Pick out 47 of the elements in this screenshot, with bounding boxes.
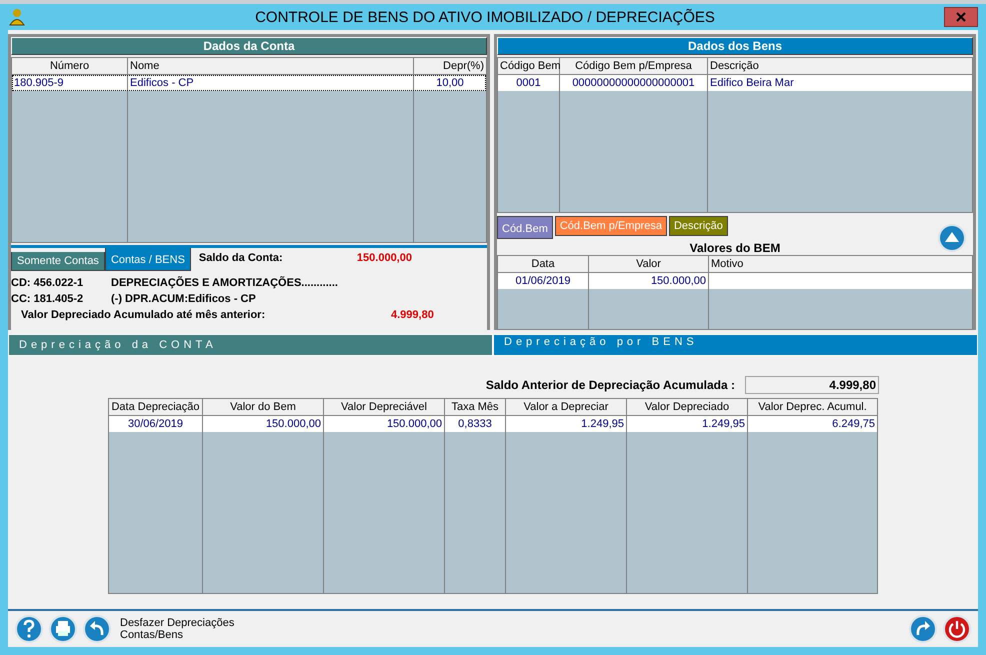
action-label: Desfazer Depreciações [120, 617, 234, 629]
person-icon [8, 8, 26, 26]
table-cell: 30/06/2019 [109, 416, 203, 432]
section-tab[interactable]: Depreciação da CONTA [8, 334, 493, 356]
account-name: DEPRECIAÇÕES E AMORTIZAÇÕES............ [111, 277, 339, 289]
table-cell: Edificos - CP [128, 75, 414, 91]
panel-header: Dados da Conta [11, 37, 487, 55]
sort-tab[interactable]: Cód.Bem p/Empresa [554, 216, 667, 236]
account-name: (-) DPR.ACUM:Edificos - CP [111, 293, 257, 305]
close-button[interactable] [944, 7, 978, 27]
field-label: Saldo da Conta: [198, 251, 284, 264]
account-code: CC: 181.405-2 [11, 293, 84, 305]
tab[interactable]: Somente Contas [11, 252, 105, 271]
sort-tab[interactable]: Descrição [668, 216, 728, 236]
sort-tab[interactable]: Cód.Bem [497, 216, 553, 239]
table-cell: 1.249,95 [627, 416, 748, 432]
table-cell-text: Edifico Beira Mar [709, 76, 795, 91]
field-label: Valor Depreciado Acumulado até mês anterior: [20, 309, 266, 321]
table-cell: 150.000,00 [589, 273, 709, 289]
table-cell-text: 10,00 [435, 76, 465, 91]
help-button[interactable] [14, 614, 44, 644]
accumulated-value: 4.999,80 [390, 309, 435, 321]
table-cell: 180.905-9 [12, 75, 128, 91]
print-button[interactable] [48, 614, 78, 644]
table-cell: 0,8333 [445, 416, 506, 432]
panel-header: Dados dos Bens [497, 37, 973, 55]
power-button[interactable] [942, 614, 972, 644]
up-arrow-button[interactable] [937, 223, 967, 253]
undo-button[interactable] [82, 614, 112, 644]
balance-value: 150.000,00 [356, 251, 412, 264]
action-label: Contas/Bens [120, 629, 184, 641]
table-cell: 150.000,00 [203, 416, 324, 432]
table-cell: 00000000000000000001 [560, 75, 708, 91]
table-cell: 1.249,95 [506, 416, 627, 432]
tab[interactable]: Contas / BENS [104, 248, 191, 271]
field-label: Saldo Anterior de Depreciação Acumulada : [486, 378, 735, 392]
table-cell: 0001 [498, 75, 560, 91]
table-cell: 01/06/2019 [498, 273, 589, 289]
table-cell: 150.000,00 [324, 416, 445, 432]
balance-field: 4.999,80 [745, 376, 879, 394]
table-cell-text: 6.249,75 [831, 417, 876, 432]
section-title: Valores do BEM [688, 241, 782, 255]
section-tab[interactable]: Depreciação por BENS [493, 334, 978, 356]
account-code: CD: 456.022-1 [11, 277, 84, 289]
window-title: CONTROLE DE BENS DO ATIVO IMOBILIZADO / DEPRECIAÇÕES [254, 8, 716, 26]
redo-button[interactable] [908, 614, 938, 644]
close-icon [956, 12, 966, 22]
